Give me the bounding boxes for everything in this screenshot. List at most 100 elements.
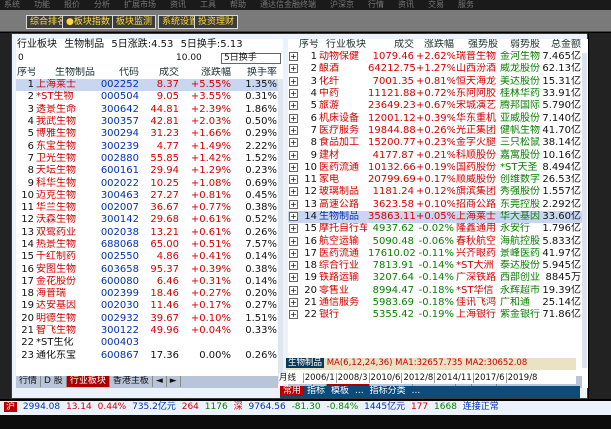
- table-row[interactable]: +11 家电 20799.69 +0.17% 顺威股份 创维数字 26.53亿: [288, 174, 582, 186]
- menu-item[interactable]: 行情: [368, 0, 384, 9]
- table-row[interactable]: 12 沃森生物 300142 29.68 +0.61% 0.52%: [16, 214, 278, 226]
- expand-icon[interactable]: +: [289, 298, 298, 308]
- table-row[interactable]: +18 综合行业 7813.91 -0.14% *ST大洲 泰达股份 5.945亿: [288, 260, 582, 272]
- table-row[interactable]: 14 热景生物 688068 65.00 +0.51% 7.57%: [16, 239, 278, 251]
- toolbar-button-sector-index[interactable]: ●板块指数: [62, 15, 114, 29]
- table-row[interactable]: +20 零售业 8994.47 -0.18% *ST华信 永辉超市 19.39亿: [288, 285, 582, 297]
- menu-item[interactable]: 资讯: [398, 0, 414, 9]
- tab-item[interactable]: 行业板块: [66, 376, 110, 387]
- expand-icon[interactable]: +: [289, 236, 298, 246]
- tab-item[interactable]: D 股: [41, 376, 67, 387]
- table-row[interactable]: +14 生物制品 35863.11 +0.05% 上海莱士 华大基因 33.60亿: [288, 210, 582, 224]
- table-row[interactable]: 13 双鹭药业 002038 13.21 +0.61% 0.26%: [16, 227, 278, 239]
- tab-item[interactable]: 行情: [16, 376, 42, 387]
- right-scrollbar[interactable]: [582, 53, 587, 368]
- kline-tab[interactable]: 指标: [304, 386, 328, 396]
- tab-item[interactable]: ►: [167, 376, 181, 387]
- toolbar-button-invest[interactable]: 投资理财: [194, 15, 239, 29]
- tab-item[interactable]: 香港主板: [110, 376, 153, 387]
- left-scrollbar[interactable]: [278, 79, 283, 384]
- expand-icon[interactable]: +: [289, 310, 298, 320]
- kline-tab[interactable]: 常用: [280, 386, 305, 396]
- table-row[interactable]: 1 上海莱士 002252 8.37 +5.55% 1.35%: [16, 79, 278, 92]
- column-header[interactable]: 涨跌幅: [180, 67, 232, 79]
- expand-icon[interactable]: +: [289, 224, 298, 234]
- expand-icon[interactable]: +: [289, 187, 298, 197]
- table-row[interactable]: +16 航空运输 5090.48 -0.06% 春秋航空 海航控股 5.833亿: [288, 235, 582, 247]
- table-row[interactable]: 5 博雅生物 300294 31.23 +1.66% 0.29%: [16, 128, 278, 140]
- menu-item[interactable]: 帮助: [230, 0, 246, 9]
- column-header[interactable]: 涨跌幅: [415, 39, 455, 51]
- column-header[interactable]: 成交: [140, 67, 180, 79]
- menu-item[interactable]: 服务: [458, 0, 474, 9]
- column-header[interactable]: 行业板块: [318, 39, 367, 51]
- expand-icon[interactable]: +: [289, 199, 298, 209]
- kline-tab[interactable]: ...: [352, 386, 367, 396]
- table-row[interactable]: 7 卫光生物 002880 55.85 +1.42% 1.52%: [16, 153, 278, 165]
- table-row[interactable]: 15 千红制药 002550 4.86 +0.41% 0.14%: [16, 251, 278, 263]
- table-row[interactable]: 17 金花股份 600080 6.46 +0.31% 0.14%: [16, 276, 278, 288]
- menu-item[interactable]: 功能: [34, 0, 50, 9]
- tab-item[interactable]: ◄: [153, 376, 167, 387]
- expand-icon[interactable]: +: [289, 52, 298, 62]
- column-header[interactable]: 换手率: [232, 67, 278, 79]
- column-header[interactable]: 序号: [298, 39, 318, 51]
- table-row[interactable]: +5 旅游 23649.23 +0.67% 宋城演艺 腾邦国际 5.790亿: [288, 100, 582, 112]
- expand-icon[interactable]: +: [289, 162, 298, 172]
- table-row[interactable]: +19 铁路运输 3207.64 -0.14% 广深铁路 西部创业 8845万: [288, 272, 582, 284]
- column-header[interactable]: 强势股: [455, 39, 499, 51]
- expand-icon[interactable]: +: [289, 285, 298, 295]
- expand-icon[interactable]: +: [289, 138, 298, 148]
- expand-icon[interactable]: +: [289, 64, 298, 74]
- expand-icon[interactable]: +: [289, 175, 298, 185]
- table-row[interactable]: +3 化纤 7001.35 +0.81% 恒天海龙 美达股份 15.31亿: [288, 76, 582, 88]
- range-to-value[interactable]: 10.00: [176, 53, 202, 64]
- table-row[interactable]: 9 科华生物 002022 10.25 +1.08% 0.69%: [16, 177, 278, 189]
- expand-icon[interactable]: +: [289, 273, 298, 283]
- table-row[interactable]: +2 酿酒 64212.75 +1.27% 山西汾酒 威龙股份 62.13亿: [288, 63, 582, 75]
- kline-tab[interactable]: ...: [409, 386, 424, 396]
- menu-item[interactable]: 报价: [64, 0, 80, 9]
- menu-item[interactable]: 沪深京: [330, 0, 354, 9]
- menu-item[interactable]: 交易: [428, 0, 444, 9]
- table-row[interactable]: 19 达安基因 002030 11.46 +0.17% 0.27%: [16, 300, 278, 312]
- table-row[interactable]: 22 *ST生化 000403: [16, 337, 278, 349]
- table-row[interactable]: 4 我武生物 300357 42.81 +2.03% 0.50%: [16, 116, 278, 128]
- menu-item[interactable]: 系统: [4, 0, 20, 9]
- table-row[interactable]: 3 透景生命 300642 44.81 +2.39% 1.86%: [16, 104, 278, 116]
- table-row[interactable]: +7 医疗服务 19844.88 +0.26% 光正集团 健帆生物 41.70亿: [288, 125, 582, 137]
- expand-icon[interactable]: +: [289, 101, 298, 111]
- table-row[interactable]: +6 机床设备 12001.12 +0.39% 华东重机 亚威股份 7.140亿: [288, 112, 582, 124]
- range-from-value[interactable]: 0: [18, 53, 24, 64]
- expand-icon[interactable]: +: [289, 125, 298, 135]
- table-row[interactable]: +17 医药流通 17610.02 -0.11% 兴齐眼药 景峰医药 41.97亿: [288, 248, 582, 260]
- table-row[interactable]: 8 天坛生物 600161 29.94 +1.29% 0.23%: [16, 165, 278, 177]
- kline-tab[interactable]: 指标分类: [367, 386, 409, 396]
- menu-item[interactable]: 资讯: [170, 0, 186, 9]
- menu-item[interactable]: 分析: [94, 0, 110, 9]
- column-header[interactable]: 生物制品: [35, 67, 96, 79]
- expand-icon[interactable]: +: [289, 150, 298, 160]
- table-row[interactable]: 23 通化东宝 600867 17.36 0.00% 0.26%: [16, 350, 278, 362]
- menu-item[interactable]: 工具: [200, 0, 216, 9]
- expand-icon[interactable]: +: [289, 212, 298, 221]
- table-row[interactable]: +9 建材 4177.87 +0.21% 科顺股份 嘉寓股份 10.16亿: [288, 149, 582, 161]
- table-row[interactable]: +8 食品加工 15200.77 +0.23% 金字火腿 三只松鼠 38.14亿: [288, 137, 582, 149]
- column-header[interactable]: 成交: [367, 39, 415, 51]
- expand-icon[interactable]: +: [289, 261, 298, 271]
- table-row[interactable]: +21 通信服务 5983.69 -0.18% 佳讯飞鸿 广和通 25.14亿: [288, 297, 582, 309]
- period-label[interactable]: 月线: [279, 373, 296, 383]
- sort-field-select[interactable]: 5日换手: [221, 53, 281, 64]
- table-row[interactable]: 6 东宝生物 300239 4.77 +1.49% 2.22%: [16, 140, 278, 152]
- menu-item[interactable]: 通达信金融终端: [260, 0, 316, 9]
- table-row[interactable]: +15 摩托自行车 4937.62 -0.02% 隆鑫通用 永安行 1.796亿: [288, 223, 582, 235]
- table-row[interactable]: 10 迈克生物 300463 27.27 +0.81% 0.45%: [16, 190, 278, 202]
- table-row[interactable]: +1 动物保健 1079.46 +2.62% 瑞普生物 金河生物 7.465亿: [288, 51, 582, 63]
- expand-icon[interactable]: +: [289, 248, 298, 258]
- table-row[interactable]: 16 安图生物 603658 95.37 +0.39% 0.38%: [16, 263, 278, 275]
- table-row[interactable]: 18 海普瑞 002399 18.46 +0.27% 0.20%: [16, 288, 278, 300]
- column-header[interactable]: 弱势股: [499, 39, 541, 51]
- column-header[interactable]: 代码: [96, 67, 140, 79]
- table-row[interactable]: 2 *ST生物 000504 9.05 +3.55% 0.31%: [16, 91, 278, 103]
- table-row[interactable]: +12 玻璃制品 1181.24 +0.12% 旗滨集团 秀强股份 1.557亿: [288, 186, 582, 198]
